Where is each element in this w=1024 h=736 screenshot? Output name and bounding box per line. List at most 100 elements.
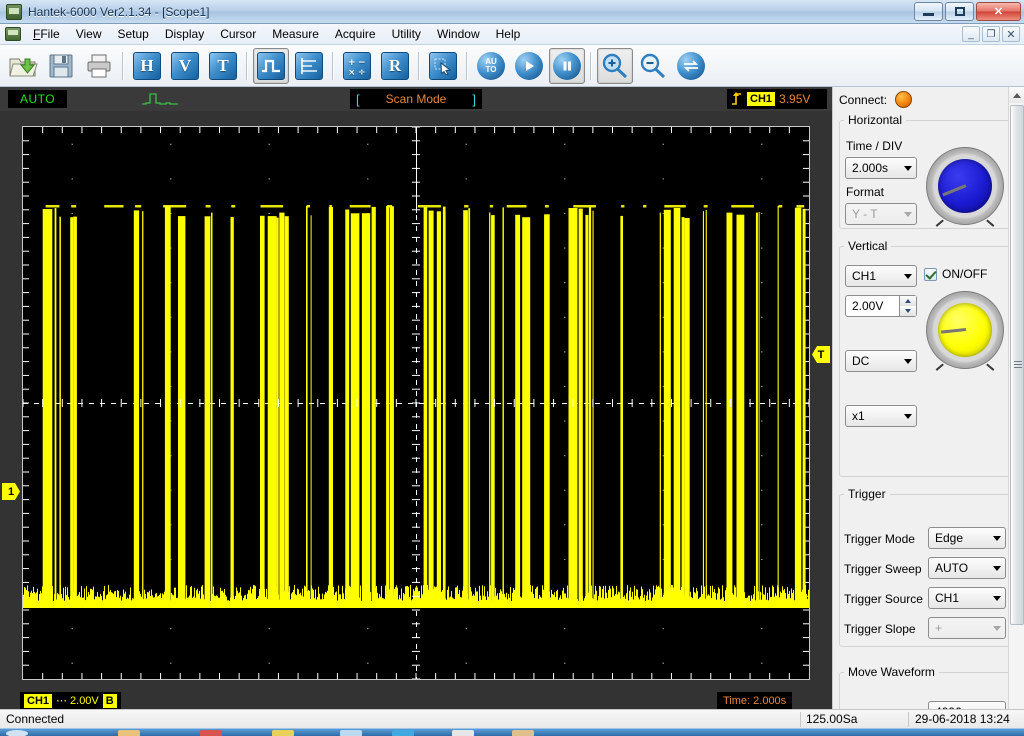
taskbar-app-icon-2[interactable]: [272, 730, 294, 736]
format-label: Format: [846, 185, 885, 199]
auto-set-icon[interactable]: AU TO: [473, 48, 509, 84]
swap-icon[interactable]: [673, 48, 709, 84]
grid-center-ticks: [23, 127, 809, 679]
math-icon[interactable]: + − × ÷: [339, 48, 375, 84]
menu-item-measure[interactable]: Measure: [264, 25, 327, 43]
menu-item-display[interactable]: Display: [157, 25, 212, 43]
taskbar-start-icon[interactable]: [6, 730, 28, 736]
taskbar-app-icon-4[interactable]: [392, 730, 414, 736]
menu-item-view[interactable]: View: [68, 25, 110, 43]
horizontal-group-label: Horizontal: [848, 113, 903, 127]
vertical-group: Vertical CH1 ON/OFF 2.00V DC x1: [839, 239, 1015, 477]
acquisition-status-badge: AUTO: [8, 90, 68, 108]
title-bar: Hantek-6000 Ver2.1.34 - [Scope1] ✕: [0, 0, 1024, 24]
main-toolbar: H V T + − × ÷ R AU TO: [0, 45, 1024, 87]
print-icon[interactable]: [81, 48, 117, 84]
coupling-select[interactable]: DC: [845, 350, 917, 372]
svg-text:+: +: [348, 58, 356, 68]
open-file-icon[interactable]: [5, 48, 41, 84]
scrollbar-thumb[interactable]: [1010, 105, 1024, 625]
trigger-position-marker[interactable]: T: [812, 346, 830, 363]
horizontal-icon[interactable]: H: [129, 48, 165, 84]
cursor-select-icon[interactable]: [425, 48, 461, 84]
run-icon[interactable]: [511, 48, 547, 84]
menu-item-acquire[interactable]: Acquire: [327, 25, 384, 43]
bandwidth-chip: B: [102, 693, 117, 708]
mdi-close-button[interactable]: ✕: [1002, 26, 1020, 42]
zoom-out-icon[interactable]: [635, 48, 671, 84]
taskbar-explorer-icon[interactable]: [118, 730, 140, 736]
application-window: Hantek-6000 Ver2.1.34 - [Scope1] ✕ FFile…: [0, 0, 1024, 736]
measure-icon[interactable]: [291, 48, 327, 84]
scroll-up-icon[interactable]: [1009, 87, 1024, 103]
restore-button[interactable]: [945, 2, 974, 21]
volts-div-stepper[interactable]: 2.00V: [845, 295, 917, 317]
save-file-icon[interactable]: [43, 48, 79, 84]
scope-bottom-strip: CH1 ⋯ 2.00V B Time: 2.000s: [0, 692, 832, 709]
app-icon: [6, 3, 22, 20]
trigger-level-value: 3.95V: [779, 92, 811, 106]
format-select[interactable]: Y - T: [845, 203, 917, 225]
minimize-button[interactable]: [914, 2, 943, 21]
scan-mode-indicator: [ Scan Mode ]: [350, 89, 482, 109]
mdi-minimize-button[interactable]: _: [962, 26, 980, 42]
waveform-icon[interactable]: [253, 47, 289, 84]
trigger-level-readout: CH1 3.95V: [727, 89, 827, 109]
trigger-source-label: Trigger Source: [844, 592, 923, 606]
trigger-group: Trigger Trigger Mode Edge Trigger Sweep …: [839, 487, 1015, 647]
pause-icon[interactable]: [549, 47, 585, 84]
trigger-edge-icon: [732, 92, 741, 105]
record-icon[interactable]: R: [377, 48, 413, 84]
trigger-source-select[interactable]: CH1: [928, 587, 1006, 609]
taskbar-active-window[interactable]: [452, 730, 474, 736]
window-title: Hantek-6000 Ver2.1.34 - [Scope1]: [28, 4, 210, 19]
volts-div-knob[interactable]: [926, 291, 1004, 371]
trigger-sweep-select[interactable]: AUTO: [928, 557, 1006, 579]
svg-text:÷: ÷: [358, 68, 366, 76]
scope-status-strip: AUTO [ Scan Mode ] CH1 3.95V: [0, 87, 832, 111]
menu-item-help[interactable]: Help: [488, 25, 529, 43]
trigger-slope-select[interactable]: +: [928, 617, 1006, 639]
panel-scrollbar[interactable]: [1008, 87, 1024, 709]
taskbar-app-icon-1[interactable]: [200, 730, 222, 736]
probe-attenuation-select[interactable]: x1: [845, 405, 917, 427]
zoom-in-icon[interactable]: [597, 47, 633, 84]
trigger-source-chip: CH1: [747, 92, 776, 106]
close-button[interactable]: ✕: [976, 2, 1021, 21]
connect-led-icon: [895, 91, 913, 108]
trigger-group-label: Trigger: [848, 487, 886, 501]
waveform-display[interactable]: [22, 126, 810, 680]
toolbar-separator: [590, 51, 592, 80]
trigger-slope-label: Trigger Slope: [844, 622, 916, 636]
trigger-mode-select[interactable]: Edge: [928, 527, 1006, 549]
taskbar-app-icon-5[interactable]: [512, 730, 534, 736]
channel-onoff-checkbox[interactable]: [924, 267, 937, 281]
vertical-icon[interactable]: V: [167, 48, 203, 84]
scope-window: AUTO [ Scan Mode ] CH1 3.95V 1 T CH1 ⋯ 2…: [0, 87, 832, 709]
sample-rate-status: 125.00Sa: [806, 712, 858, 726]
time-div-knob[interactable]: [926, 147, 1004, 227]
mdi-restore-button[interactable]: ❐: [982, 26, 1000, 42]
menu-item-utility[interactable]: Utility: [384, 25, 429, 43]
menu-item-file[interactable]: FFile: [25, 25, 68, 43]
channel1-position-marker[interactable]: 1: [2, 483, 20, 500]
trigger-mode-label: Trigger Mode: [844, 532, 915, 546]
connect-status: Connect:: [839, 91, 913, 108]
channel-onoff-row[interactable]: ON/OFF: [924, 267, 987, 281]
svg-text:−: −: [358, 58, 366, 68]
time-div-label: Time / DIV: [846, 139, 903, 153]
menu-item-window[interactable]: Window: [429, 25, 488, 43]
time-div-select[interactable]: 2.000s: [845, 157, 917, 179]
menu-item-cursor[interactable]: Cursor: [212, 25, 264, 43]
trigger-icon[interactable]: T: [205, 48, 241, 84]
channel1-indicator: CH1 ⋯ 2.00V B: [20, 692, 121, 709]
menu-item-setup[interactable]: Setup: [109, 25, 156, 43]
toolbar-separator: [466, 51, 468, 80]
os-taskbar[interactable]: [0, 728, 1024, 736]
mdi-window-controls: _ ❐ ✕: [962, 26, 1020, 42]
taskbar-app-icon-3[interactable]: [340, 730, 362, 736]
channel-chip: CH1: [24, 693, 53, 708]
vertical-channel-select[interactable]: CH1: [845, 265, 917, 287]
toolbar-separator: [418, 51, 420, 80]
vertical-group-label: Vertical: [848, 239, 888, 253]
